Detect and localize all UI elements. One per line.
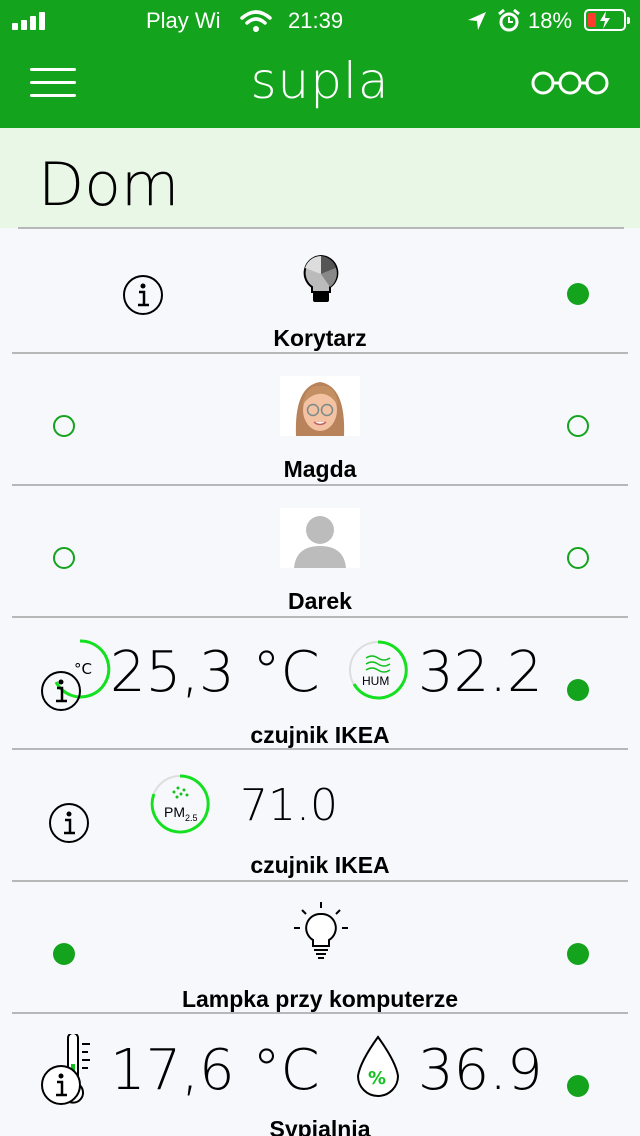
person-silhouette-icon <box>280 508 360 568</box>
status-dot-on[interactable] <box>567 943 589 965</box>
pm25-value: 71.0 <box>240 780 338 831</box>
channel-row-pm25[interactable]: PM2.5 71.0 czujnik IKEA <box>0 750 640 880</box>
info-icon[interactable] <box>48 802 90 844</box>
humidity-drop-icon: % <box>356 1035 400 1097</box>
pm-label: PM2.5 <box>164 804 198 823</box>
humidity-value: 36.9 <box>418 1038 543 1103</box>
status-dot-off <box>567 547 589 569</box>
channel-row-thermometer-hygrometer[interactable]: °C 25,3 °C HUM 32.2 czujnik IKEA <box>0 618 640 748</box>
carrier-label: Play Wi <box>146 8 221 33</box>
channel-caption: Darek <box>288 588 352 614</box>
info-icon[interactable] <box>122 274 164 316</box>
channel-row-korytarz[interactable]: Korytarz <box>0 228 640 352</box>
wifi-icon <box>240 10 272 32</box>
status-dot-on <box>567 283 589 305</box>
channel-row-darek[interactable]: Darek <box>0 486 640 616</box>
info-icon[interactable] <box>40 670 82 712</box>
humidity-icon <box>349 640 408 700</box>
battery-charging-icon <box>584 9 630 31</box>
channel-caption: Lampka przy komputerze <box>181 986 459 1012</box>
temperature-value: 25,3 °C <box>110 640 320 705</box>
channel-caption: czujnik IKEA <box>250 852 390 878</box>
humidity-value: 32.2 <box>418 640 543 705</box>
location-icon <box>468 12 486 30</box>
three-rings-icon[interactable] <box>530 66 610 100</box>
battery-percent: 18% <box>528 8 573 33</box>
channel-row-sypialnia[interactable]: 17,6 °C % 36.9 Sypialnia <box>0 1014 640 1136</box>
status-dot-off <box>567 415 589 437</box>
temperature-value: 17,6 °C <box>110 1038 320 1103</box>
channel-caption: Magda <box>283 456 357 482</box>
channel-row-magda[interactable]: Magda <box>0 354 640 484</box>
alarm-icon <box>498 8 520 32</box>
status-dot-on <box>567 1075 589 1097</box>
clock: 21:39 <box>288 8 344 33</box>
signal-icon <box>12 12 52 30</box>
humidity-label: HUM <box>362 674 390 688</box>
channel-caption: Korytarz <box>273 325 367 351</box>
humidity-percent-label: % <box>368 1068 386 1089</box>
app-header: Play Wi 21:39 18% supla <box>0 0 640 128</box>
channel-row-lampka[interactable]: Lampka przy komputerze <box>0 882 640 1012</box>
memoji-avatar-icon <box>280 376 360 436</box>
status-dot-off <box>53 415 75 437</box>
location-title: Dom <box>38 150 180 220</box>
info-icon[interactable] <box>40 1064 82 1106</box>
dimmer-bulb-icon <box>303 254 339 302</box>
status-dot-off <box>53 547 75 569</box>
channel-caption: Sypialnia <box>269 1116 371 1136</box>
status-dot-on <box>567 679 589 701</box>
channel-caption: czujnik IKEA <box>250 722 390 748</box>
status-dot-on[interactable] <box>53 943 75 965</box>
status-bar: Play Wi 21:39 18% <box>0 0 640 40</box>
location-header[interactable]: Dom <box>0 128 640 228</box>
light-bulb-icon <box>294 902 348 959</box>
